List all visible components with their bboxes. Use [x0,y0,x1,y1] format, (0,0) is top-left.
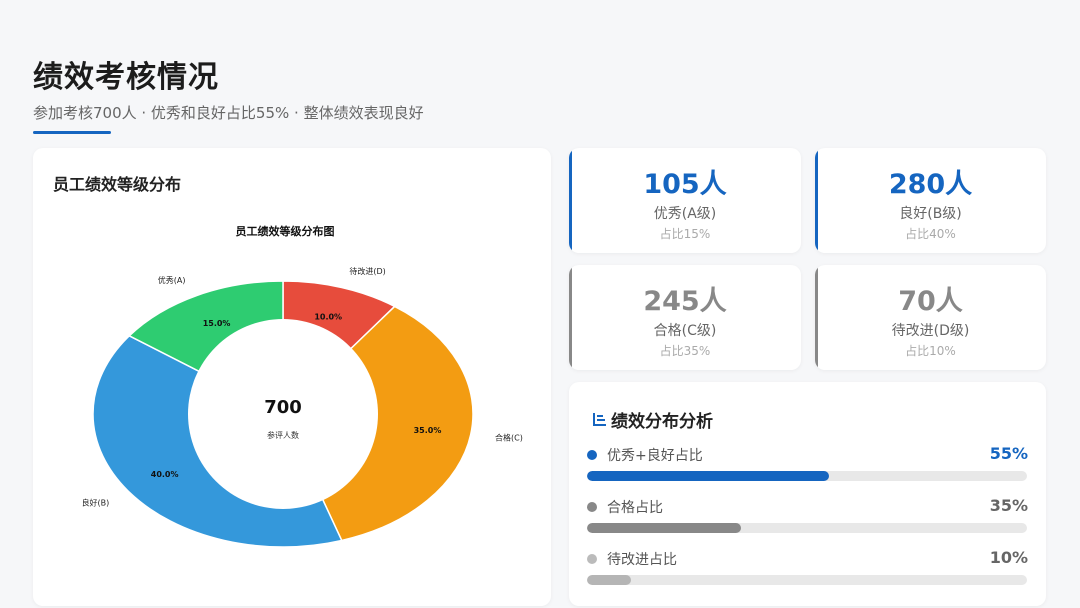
chart-title: 员工绩效等级分布图 [236,224,335,238]
metric-dot [587,502,597,512]
title-underline [33,131,111,134]
stat-card-b: 280人 良好(B级) 占比40% [815,148,1046,253]
stat-share: 占比40% [905,227,956,241]
slice-category-label: 合格(C) [495,433,523,443]
metric-needs-improvement: 待改进占比 10% [587,548,1028,589]
stat-card-d: 70人 待改进(D级) 占比10% [815,265,1046,370]
stat-share: 占比15% [659,227,711,241]
center-label: 参评人数 [267,430,299,440]
slice-category-label: 良好(B) [82,497,110,507]
stat-share: 占比10% [905,344,956,358]
stat-card-c: 245人 合格(C级) 占比35% [569,265,801,370]
stat-label: 待改进(D级) [891,323,970,339]
metric-label: 待改进占比 [607,552,677,568]
stat-value: 70人 [898,286,963,317]
progress-fill [587,523,741,533]
progress-track [587,523,1027,533]
donut-chart: 员工绩效等级分布图 10.0% 待改进(D) 35.0% 合格(C) 40.0% 良好(B… [82,224,523,548]
metric-value: 35% [989,496,1028,515]
stat-value: 245人 [643,286,727,317]
metric-label: 优秀+良好占比 [607,448,703,464]
analysis-card: 绩效分布分析 优秀+良好占比 55% 合格占比 35% 待改进占比 10% [569,382,1046,606]
center-value: 700 [264,397,302,418]
stat-card-a: 105人 优秀(A级) 占比15% [569,148,801,253]
metric-value: 10% [989,548,1028,567]
bar-list-icon [593,413,606,426]
metric-dot [587,450,597,460]
page-subtitle: 参加考核700人 · 优秀和良好占比55% · 整体绩效表现良好 [33,104,424,122]
slice-category-label: 优秀(A) [158,275,186,285]
stat-label: 良好(B级) [899,206,962,222]
analysis-title: 绩效分布分析 [591,407,713,432]
slice-value-label: 40.0% [151,470,179,479]
metric-excellent-good: 优秀+良好占比 55% [587,444,1028,485]
slice-value-label: 35.0% [414,426,442,435]
metric-pass: 合格占比 35% [587,496,1028,537]
progress-fill [587,575,631,585]
progress-track [587,575,1027,585]
analysis-title-text: 绩效分布分析 [611,412,713,432]
stat-label: 合格(C级) [653,323,717,339]
page-title: 绩效考核情况 [33,60,219,95]
chart-card: 员工绩效等级分布 员工绩效等级分布图 10.0% 待改进(D) 35.0% 合格(C)… [33,148,551,606]
stat-value: 105人 [643,169,727,200]
progress-fill [587,471,829,481]
stat-label: 优秀(A级) [653,206,717,222]
metric-value: 55% [989,444,1028,463]
progress-track [587,471,1027,481]
slice-category-label: 待改进(D) [349,266,385,276]
stat-value: 280人 [888,169,973,200]
slice-value-label: 15.0% [203,319,231,328]
metric-label: 合格占比 [607,500,663,516]
metric-dot [587,554,597,564]
slice-value-label: 10.0% [314,313,342,322]
stat-share: 占比35% [659,344,711,358]
